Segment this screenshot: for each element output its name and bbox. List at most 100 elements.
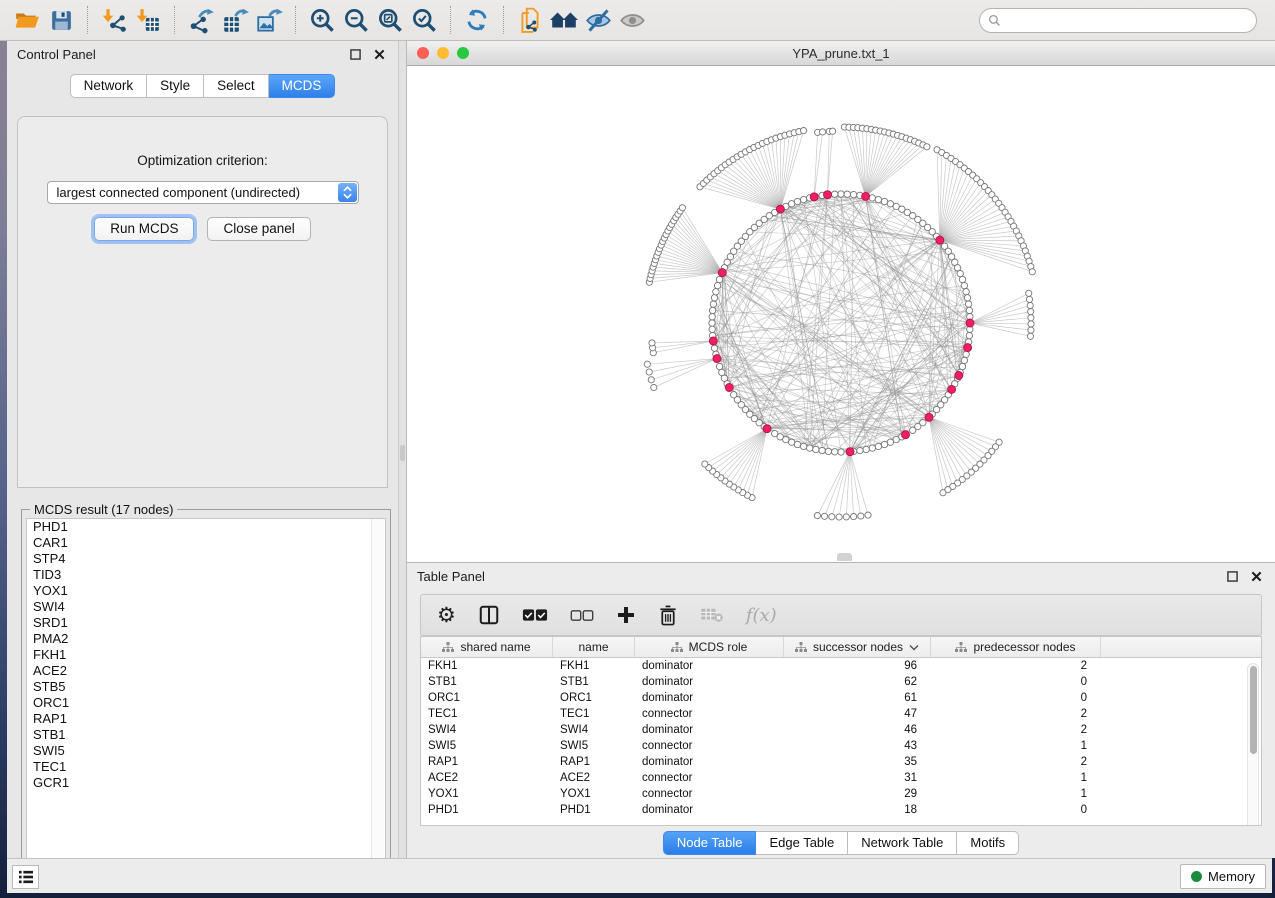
list-item[interactable]: ACE2 xyxy=(27,663,385,679)
open-session-icon[interactable] xyxy=(10,4,44,36)
list-item[interactable]: TEC1 xyxy=(27,759,385,775)
table-row[interactable]: STB1STB1dominator620 xyxy=(421,674,1261,690)
tab-network-table[interactable]: Network Table xyxy=(848,831,957,855)
zoom-in-icon[interactable] xyxy=(305,4,339,36)
column-header-shared-name[interactable]: shared name xyxy=(421,637,553,657)
export-network-icon[interactable] xyxy=(184,4,218,36)
show-all-eye-icon[interactable] xyxy=(615,4,649,36)
zoom-out-icon[interactable] xyxy=(339,4,373,36)
table-row[interactable]: ACE2ACE2connector311 xyxy=(421,770,1261,786)
delete-column-trash-icon[interactable] xyxy=(658,605,678,626)
export-table-icon[interactable] xyxy=(218,4,252,36)
search-field[interactable] xyxy=(979,8,1257,33)
table-settings-gear-icon[interactable]: ⚙ xyxy=(437,605,456,626)
network-window-titlebar[interactable]: YPA_prune.txt_1 xyxy=(407,41,1275,66)
table-vertical-scrollbar[interactable] xyxy=(1247,663,1259,826)
tab-network[interactable]: Network xyxy=(70,74,148,98)
home-session-icon[interactable] xyxy=(547,4,581,36)
cell-name: YOX1 xyxy=(553,788,635,800)
maximize-window-icon[interactable] xyxy=(457,47,469,59)
zoom-fit-icon[interactable] xyxy=(373,4,407,36)
cell-shared_name: ORC1 xyxy=(421,692,553,704)
network-canvas[interactable] xyxy=(407,66,1275,561)
mcds-list-scrollbar[interactable] xyxy=(371,519,385,873)
list-item[interactable]: SWI4 xyxy=(27,599,385,615)
vertical-splitter[interactable] xyxy=(399,41,406,858)
table-row[interactable]: RAP1RAP1dominator352 xyxy=(421,754,1261,770)
optimization-criterion-select[interactable]: largest connected component (undirected) xyxy=(47,181,359,204)
tab-motifs[interactable]: Motifs xyxy=(957,831,1019,855)
list-item[interactable]: PMA2 xyxy=(27,631,385,647)
control-panel-tabs: NetworkStyleSelectMCDS xyxy=(7,74,398,98)
list-item[interactable]: SRD1 xyxy=(27,615,385,631)
select-all-icon[interactable] xyxy=(522,608,548,622)
cell-name: ORC1 xyxy=(553,692,635,704)
table-row[interactable]: SWI5SWI5connector431 xyxy=(421,738,1261,754)
horizontal-splitter-handle[interactable] xyxy=(837,553,852,561)
list-item[interactable]: CAR1 xyxy=(27,535,385,551)
close-panel-button[interactable]: Close panel xyxy=(207,217,310,241)
table-row[interactable]: YOX1YOX1connector291 xyxy=(421,786,1261,802)
import-table-icon[interactable] xyxy=(131,4,165,36)
memory-button[interactable]: Memory xyxy=(1180,864,1266,889)
delete-table-icon-disabled xyxy=(700,607,724,623)
table-toolbar: ⚙ f(x) xyxy=(420,594,1262,636)
close-window-icon[interactable] xyxy=(417,47,429,59)
toolbar-separator xyxy=(503,6,504,34)
cell-shared_name: ACE2 xyxy=(421,772,553,784)
list-item[interactable]: SWI5 xyxy=(27,743,385,759)
refresh-icon[interactable] xyxy=(460,4,494,36)
list-item[interactable]: YOX1 xyxy=(27,583,385,599)
column-header-name[interactable]: name xyxy=(553,637,635,657)
tab-mcds[interactable]: MCDS xyxy=(269,74,336,98)
table-row[interactable]: SWI4SWI4dominator462 xyxy=(421,722,1261,738)
splitter-handle[interactable] xyxy=(400,445,405,461)
close-panel-icon[interactable] xyxy=(1247,569,1265,585)
minimize-window-icon[interactable] xyxy=(437,47,449,59)
list-item[interactable]: GCR1 xyxy=(27,775,385,791)
table-row[interactable]: PHD1PHD1dominator180 xyxy=(421,802,1261,818)
list-item[interactable]: TID3 xyxy=(27,567,385,583)
float-window-icon[interactable] xyxy=(346,47,364,63)
zoom-selected-icon[interactable] xyxy=(407,4,441,36)
tab-edge-table[interactable]: Edge Table xyxy=(756,831,848,855)
save-session-icon[interactable] xyxy=(44,4,78,36)
deselect-all-icon[interactable] xyxy=(570,609,594,622)
task-history-button[interactable] xyxy=(12,865,39,889)
cell-predecessors: 0 xyxy=(931,692,1101,704)
add-column-icon[interactable] xyxy=(616,605,636,625)
show-columns-icon[interactable] xyxy=(478,604,500,626)
control-panel-title: Control Panel xyxy=(17,47,96,62)
network-graph[interactable] xyxy=(407,66,1275,561)
tab-node-table[interactable]: Node Table xyxy=(663,831,757,855)
float-window-icon[interactable] xyxy=(1223,569,1241,585)
table-panel-tabs: Node TableEdge TableNetwork TableMotifs xyxy=(407,831,1275,855)
tab-style[interactable]: Style xyxy=(147,74,204,98)
network-view-window: YPA_prune.txt_1 xyxy=(406,41,1275,562)
import-network-icon[interactable] xyxy=(97,4,131,36)
list-item[interactable]: PHD1 xyxy=(27,519,385,535)
export-image-icon[interactable] xyxy=(252,4,286,36)
column-header-MCDS-role[interactable]: MCDS role xyxy=(635,637,784,657)
table-row[interactable]: FKH1FKH1dominator962 xyxy=(421,658,1261,674)
column-header-predecessor-nodes[interactable]: predecessor nodes xyxy=(931,637,1101,657)
table-row[interactable]: ORC1ORC1dominator610 xyxy=(421,690,1261,706)
hide-selected-eye-icon[interactable] xyxy=(581,4,615,36)
column-header-successor-nodes[interactable]: successor nodes xyxy=(784,637,931,657)
list-item[interactable]: STB1 xyxy=(27,727,385,743)
table-header-row: shared namenameMCDS rolesuccessor nodesp… xyxy=(421,637,1261,658)
table-row[interactable]: TEC1TEC1connector472 xyxy=(421,706,1261,722)
close-panel-icon[interactable] xyxy=(370,47,388,63)
table-panel: Table Panel ⚙ f(x) shared namenam xyxy=(406,562,1275,858)
list-item[interactable]: STB5 xyxy=(27,679,385,695)
cell-name: STB1 xyxy=(553,676,635,688)
search-input[interactable] xyxy=(1006,14,1248,28)
list-item[interactable]: STP4 xyxy=(27,551,385,567)
scrollbar-thumb[interactable] xyxy=(1250,666,1257,754)
list-item[interactable]: RAP1 xyxy=(27,711,385,727)
new-network-from-file-icon[interactable] xyxy=(513,4,547,36)
tab-select[interactable]: Select xyxy=(204,74,269,98)
list-item[interactable]: ORC1 xyxy=(27,695,385,711)
list-item[interactable]: FKH1 xyxy=(27,647,385,663)
run-mcds-button[interactable]: Run MCDS xyxy=(94,217,194,241)
